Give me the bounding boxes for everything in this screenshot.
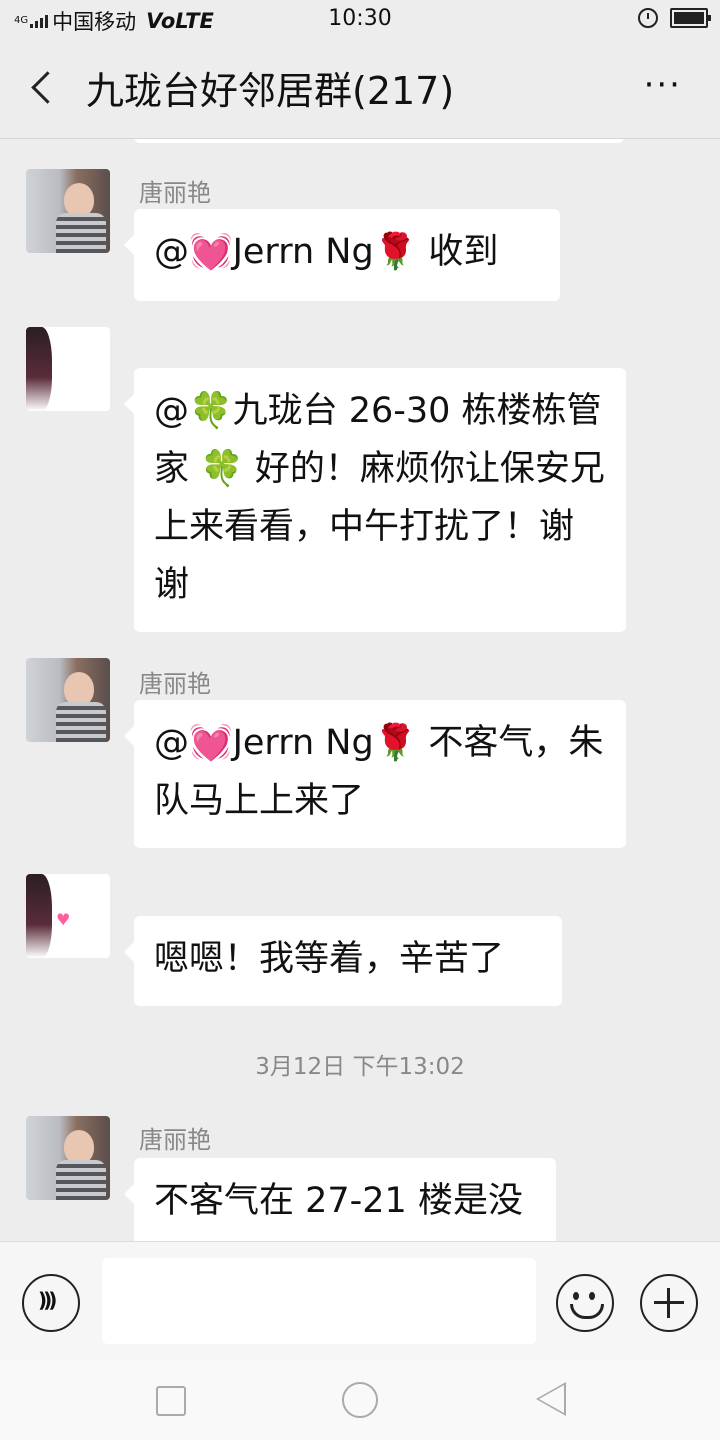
status-right: [638, 8, 711, 28]
message-bubble[interactable]: 不客气在 27-21 楼是没: [124, 1158, 556, 1241]
message-text: @💓Jerrn Ng🌹 不客气，朱队马上上来了: [154, 723, 604, 821]
chat-header: 九珑台好邻居群(217) ···: [0, 38, 720, 139]
sender-name: 唐丽艳: [139, 179, 211, 207]
avatar[interactable]: [26, 327, 110, 411]
recent-apps-icon[interactable]: [156, 1386, 186, 1416]
alarm-icon: [638, 8, 658, 28]
back-arrow-icon[interactable]: [26, 64, 66, 110]
voice-input-icon[interactable]: [22, 1274, 80, 1332]
message-bubble[interactable]: @💓Jerrn Ng🌹 收到: [124, 209, 560, 301]
message-input[interactable]: [102, 1258, 536, 1344]
add-attachment-icon[interactable]: [640, 1274, 698, 1332]
previous-message-bubble: [134, 139, 624, 143]
heart-icon: ♥: [56, 910, 71, 929]
battery-icon: [670, 8, 711, 28]
more-options-icon[interactable]: ···: [644, 68, 682, 102]
emoji-icon[interactable]: [556, 1274, 614, 1332]
avatar[interactable]: ♥: [26, 874, 110, 958]
input-bar: [0, 1241, 720, 1361]
message-text: 不客气在 27-21 楼是没: [154, 1181, 523, 1221]
message-text: @🍀九珑台 26-30 栋楼栋管家 🍀 好的！麻烦你让保安兄上来看看，中午打扰了…: [154, 391, 605, 605]
avatar[interactable]: [26, 169, 110, 253]
chat-title: 九珑台好邻居群(217): [86, 69, 455, 113]
avatar[interactable]: [26, 658, 110, 742]
chat-messages[interactable]: 唐丽艳 @💓Jerrn Ng🌹 收到 @🍀九珑台 26-30 栋楼栋管家 🍀 好…: [0, 139, 720, 1241]
home-icon[interactable]: [342, 1382, 378, 1418]
message-bubble[interactable]: 嗯嗯！我等着，辛苦了: [124, 916, 562, 1006]
message-text: 嗯嗯！我等着，辛苦了: [154, 939, 505, 979]
message-timestamp: 3月12日 下午13:02: [255, 1054, 465, 1080]
avatar[interactable]: [26, 1116, 110, 1200]
status-bar: 4G 中国移动 VoLTE 10:30: [0, 0, 720, 38]
sender-name: 唐丽艳: [139, 670, 211, 698]
message-bubble[interactable]: @🍀九珑台 26-30 栋楼栋管家 🍀 好的！麻烦你让保安兄上来看看，中午打扰了…: [124, 368, 626, 632]
system-back-icon[interactable]: [536, 1382, 566, 1416]
message-bubble[interactable]: @💓Jerrn Ng🌹 不客气，朱队马上上来了: [124, 700, 626, 848]
system-navigation-bar: [0, 1360, 720, 1440]
sender-name: 唐丽艳: [139, 1126, 211, 1154]
status-time: 10:30: [328, 6, 392, 31]
message-text: @💓Jerrn Ng🌹 收到: [154, 232, 499, 272]
